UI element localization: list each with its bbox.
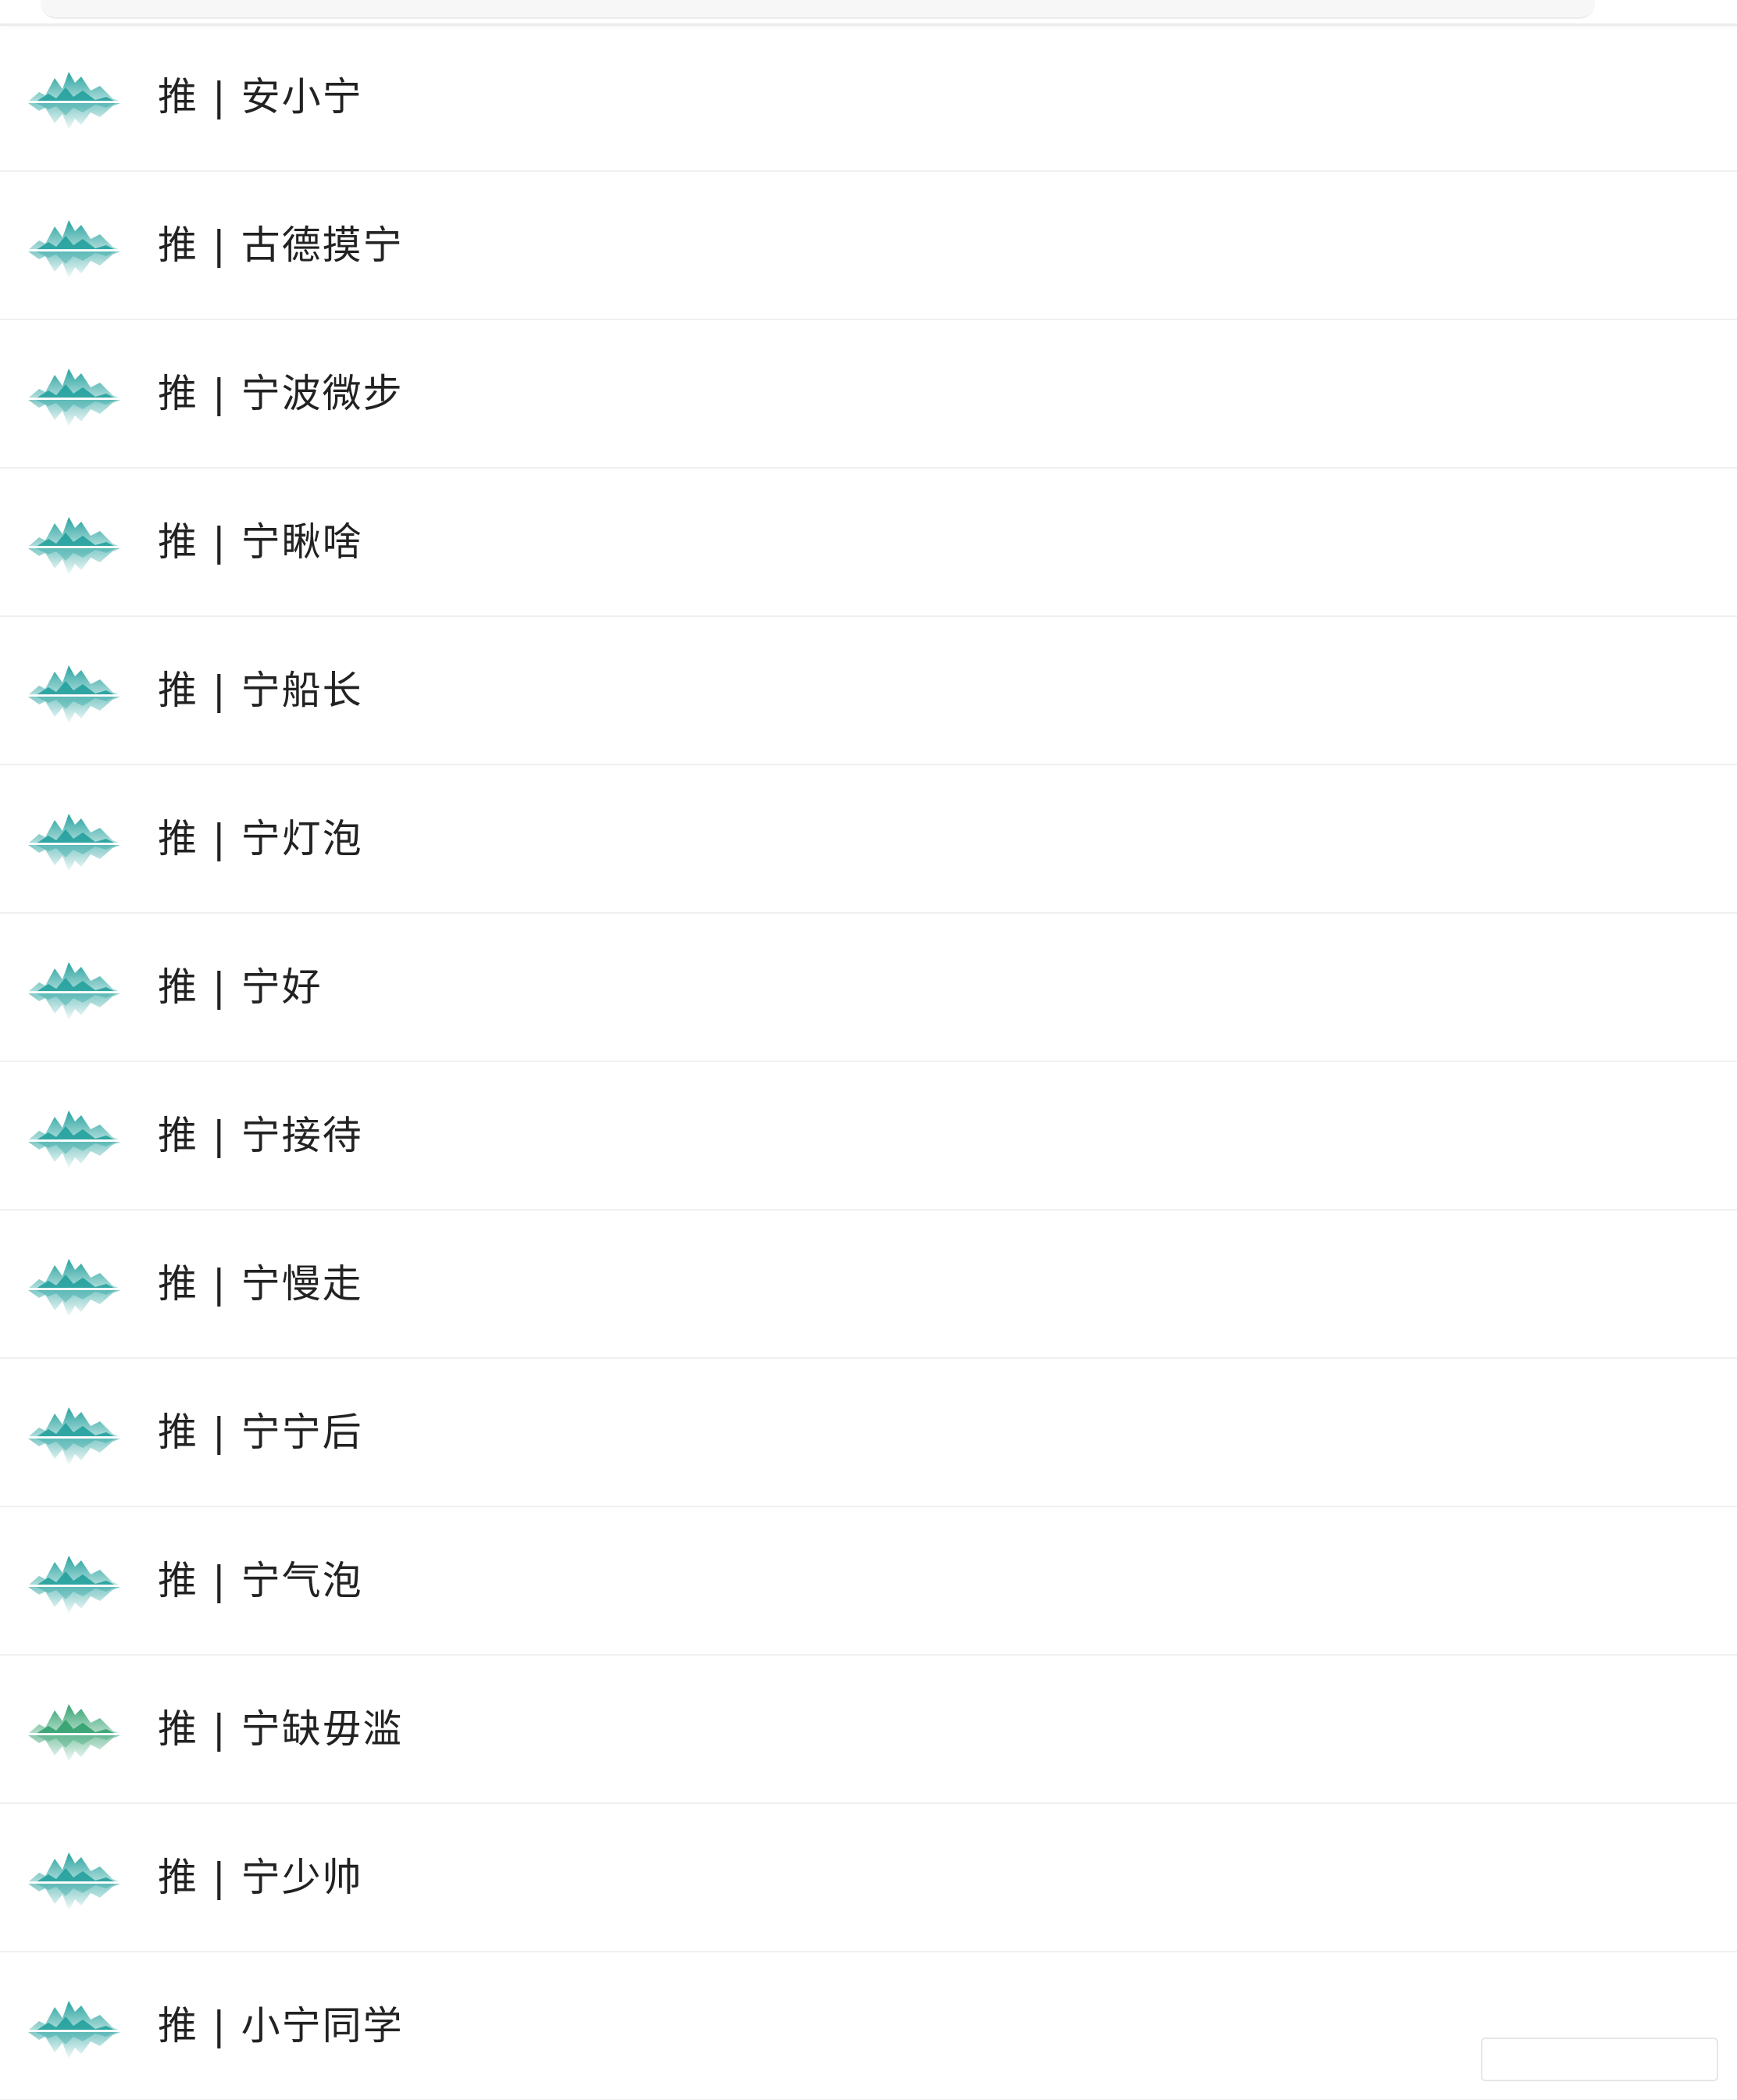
list-item[interactable]: 推 | 宁船长 [0, 617, 1737, 765]
mountain-reflection-icon [28, 945, 120, 1037]
avatar[interactable] [28, 1242, 120, 1334]
mountain-reflection-icon [28, 203, 120, 295]
list-item[interactable]: 推 | 宁灯泡 [0, 765, 1737, 914]
list-item-label: 推 | 宁船长 [158, 668, 363, 713]
mountain-reflection-icon [28, 1984, 120, 2076]
avatar[interactable] [28, 797, 120, 889]
list-item-label: 推 | 宁接待 [158, 1113, 363, 1158]
list-item-label: 推 | 宁波微步 [158, 371, 404, 416]
list-item[interactable]: 推 | 安小宁 [0, 23, 1737, 172]
list-item-label: 推 | 宁灯泡 [158, 816, 363, 861]
avatar[interactable] [28, 1538, 120, 1631]
list-item-label: 推 | 宁好 [158, 964, 323, 1010]
bottom-right-overlay [1481, 2038, 1718, 2081]
avatar[interactable] [28, 351, 120, 444]
list-item-label: 推 | 古德摸宁 [158, 223, 404, 268]
avatar[interactable] [28, 203, 120, 295]
mountain-reflection-icon [28, 1242, 120, 1334]
list-item[interactable]: 推 | 宁慢走 [0, 1210, 1737, 1359]
avatar[interactable] [28, 1687, 120, 1779]
list-item-label: 推 | 宁缺毋滥 [158, 1706, 404, 1752]
list-item[interactable]: 推 | 宁波微步 [0, 320, 1737, 469]
list-item-label: 推 | 安小宁 [158, 74, 363, 119]
list-item[interactable]: 推 | 宁宁后 [0, 1359, 1737, 1507]
avatar[interactable] [28, 1390, 120, 1482]
mountain-reflection-icon [28, 1835, 120, 1927]
list-item[interactable]: 推 | 宁缺毋滥 [0, 1656, 1737, 1804]
mountain-reflection-icon [28, 1093, 120, 1185]
avatar[interactable] [28, 500, 120, 592]
mountain-reflection-icon [28, 1538, 120, 1631]
list-item[interactable]: 推 | 古德摸宁 [0, 172, 1737, 320]
list-item[interactable]: 推 | 小宁同学 [0, 1952, 1737, 2100]
list-item-label: 推 | 宁慢走 [158, 1261, 363, 1307]
list-item[interactable]: 推 | 宁接待 [0, 1062, 1737, 1210]
mountain-reflection-icon [28, 1390, 120, 1482]
list-item-label: 推 | 宁宁后 [158, 1410, 363, 1455]
avatar[interactable] [28, 1984, 120, 2076]
top-bar [0, 0, 1737, 26]
avatar[interactable] [28, 1093, 120, 1185]
list-item[interactable]: 推 | 宁气泡 [0, 1507, 1737, 1656]
mountain-reflection-icon [28, 351, 120, 444]
list-item[interactable]: 推 | 宁好 [0, 914, 1737, 1062]
search-bar-edge [41, 0, 1595, 19]
list-item[interactable]: 推 | 宁少帅 [0, 1804, 1737, 1952]
list-item-label: 推 | 小宁同学 [158, 2003, 404, 2048]
mountain-reflection-icon [28, 500, 120, 592]
avatar[interactable] [28, 945, 120, 1037]
list-item[interactable]: 推 | 宁瞅啥 [0, 469, 1737, 617]
mountain-reflection-icon [28, 1687, 120, 1779]
mountain-reflection-icon [28, 797, 120, 889]
list-item-label: 推 | 宁气泡 [158, 1558, 363, 1603]
avatar[interactable] [28, 55, 120, 147]
list-item-label: 推 | 宁瞅啥 [158, 519, 363, 565]
account-list: 推 | 安小宁推 | 古德摸宁推 | 宁波微步推 | 宁瞅啥推 | 宁船长推 |… [0, 23, 1737, 2100]
mountain-reflection-icon [28, 648, 120, 740]
mountain-reflection-icon [28, 55, 120, 147]
account-list-page: 推 | 安小宁推 | 古德摸宁推 | 宁波微步推 | 宁瞅啥推 | 宁船长推 |… [0, 0, 1737, 2100]
avatar[interactable] [28, 648, 120, 740]
avatar[interactable] [28, 1835, 120, 1927]
list-item-label: 推 | 宁少帅 [158, 1855, 363, 1900]
